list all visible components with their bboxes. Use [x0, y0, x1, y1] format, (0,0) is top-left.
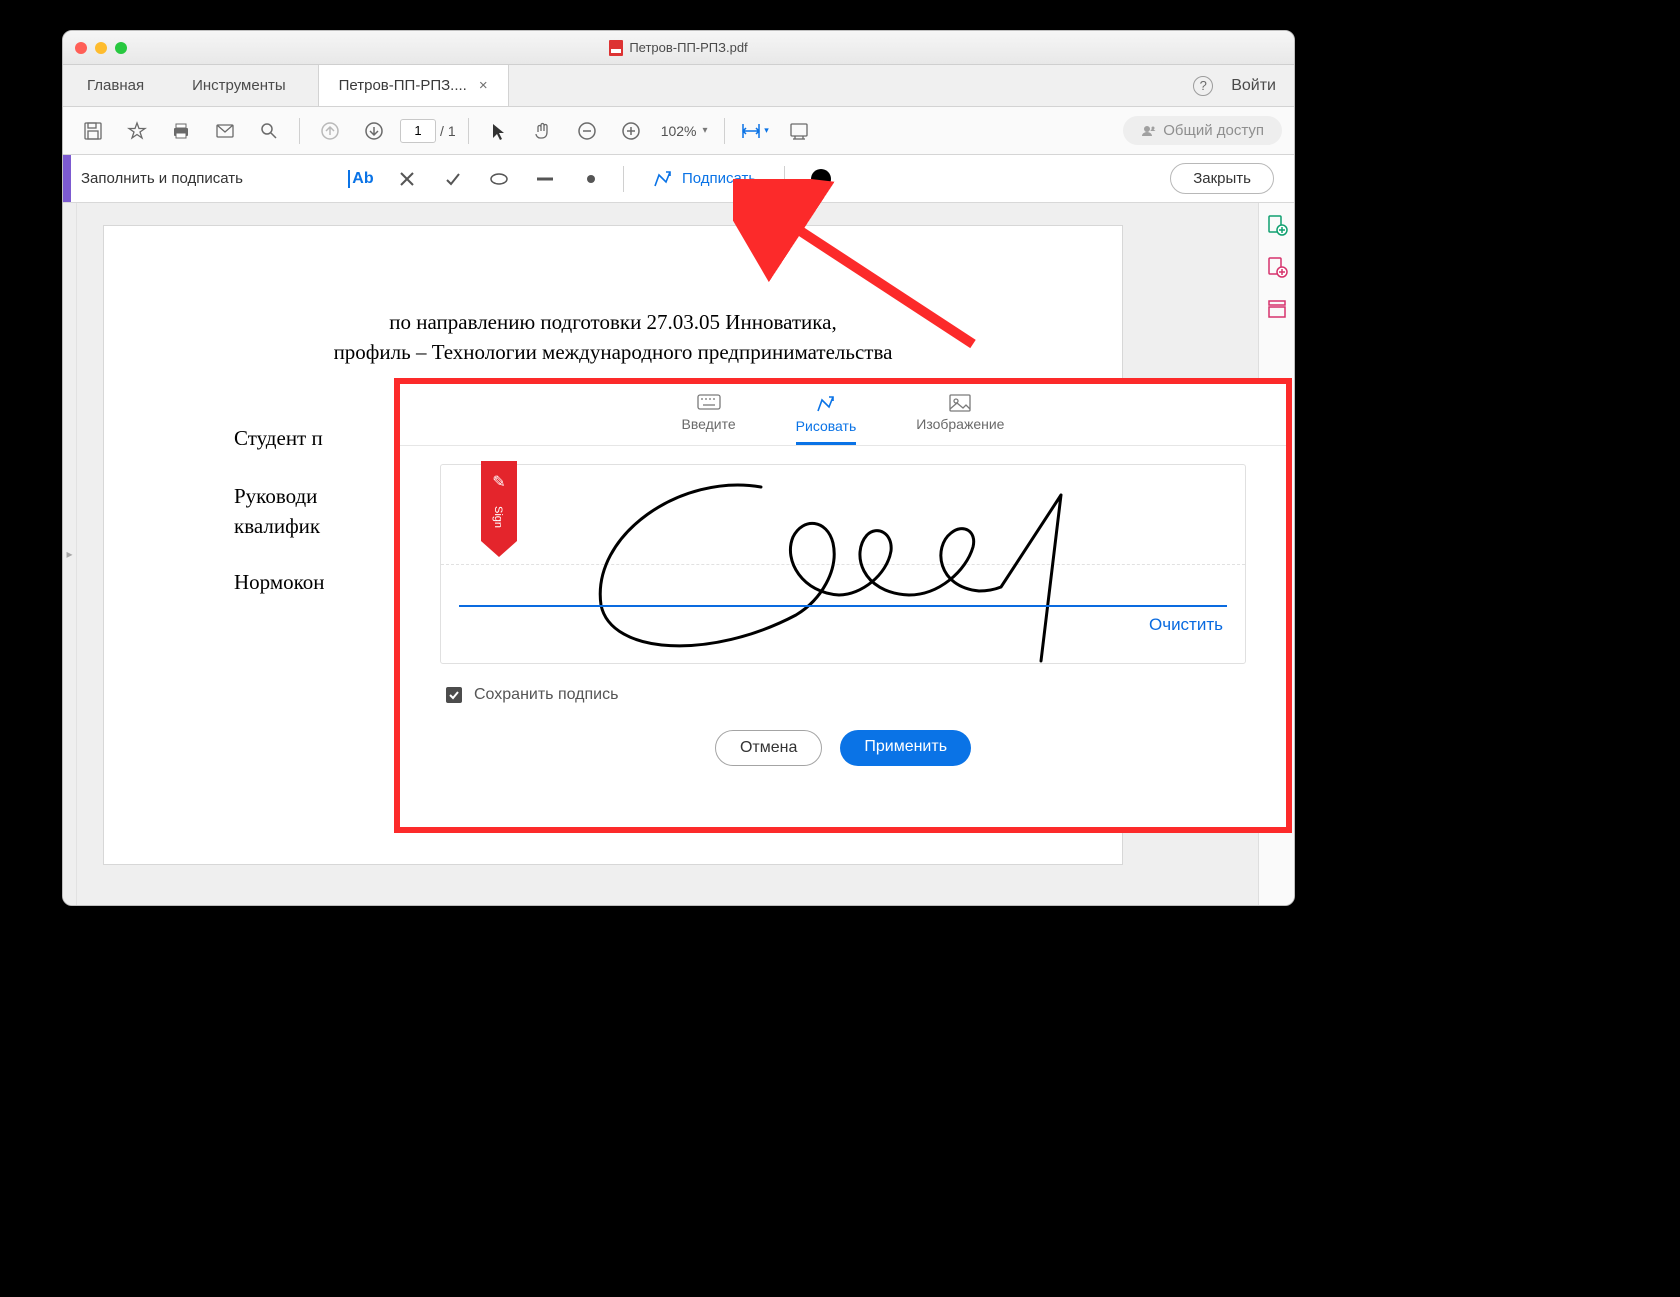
signature-scribble: [561, 475, 1121, 668]
nav-home[interactable]: Главная: [63, 65, 168, 106]
save-icon[interactable]: [75, 113, 111, 149]
read-mode-icon[interactable]: [781, 113, 817, 149]
dot-tool-icon[interactable]: [573, 161, 609, 197]
cross-tool-icon[interactable]: [389, 161, 425, 197]
doc-line: Студент п: [234, 426, 323, 451]
dialog-tab-type[interactable]: Введите: [682, 394, 736, 445]
fill-sign-title: Заполнить и подписать: [81, 170, 243, 187]
dialog-tabs: Введите Рисовать Изображение: [400, 384, 1286, 446]
print-icon[interactable]: [163, 113, 199, 149]
star-icon[interactable]: [119, 113, 155, 149]
sign-ribbon: ✎ Sign: [481, 461, 517, 564]
zoom-dropdown[interactable]: 102% ▾: [657, 123, 712, 139]
window-title: Петров-ПП-РПЗ.pdf: [63, 40, 1294, 56]
doc-line: Руководи: [234, 484, 317, 509]
pen-icon: [815, 394, 837, 414]
help-icon[interactable]: ?: [1193, 76, 1213, 96]
document-tab[interactable]: Петров-ПП-РПЗ.... ×: [318, 65, 509, 106]
text-tool-icon[interactable]: Ab: [343, 161, 379, 197]
page-up-icon[interactable]: [312, 113, 348, 149]
image-icon: [949, 394, 971, 412]
clear-signature-link[interactable]: Очистить: [1149, 615, 1223, 635]
main-toolbar: / 1 102% ▾ ▾: [63, 107, 1294, 155]
mail-icon[interactable]: [207, 113, 243, 149]
organize-icon[interactable]: [1265, 297, 1289, 321]
svg-text:✎: ✎: [492, 474, 505, 491]
cursor-icon[interactable]: [481, 113, 517, 149]
apply-button[interactable]: Применить: [840, 730, 971, 766]
signature-dialog: Введите Рисовать Изображение ✎ Sign: [394, 378, 1292, 833]
document-tab-label: Петров-ПП-РПЗ....: [339, 77, 467, 94]
login-button[interactable]: Войти: [1231, 77, 1276, 95]
color-picker-button[interactable]: [811, 169, 831, 189]
share-button[interactable]: Общий доступ: [1123, 116, 1282, 145]
sign-button[interactable]: Подписать: [638, 169, 770, 189]
doc-line: Нормокон: [234, 570, 325, 595]
signature-baseline: [459, 605, 1227, 607]
cancel-button[interactable]: Отмена: [715, 730, 822, 766]
check-tool-icon[interactable]: [435, 161, 471, 197]
page-down-icon[interactable]: [356, 113, 392, 149]
fill-sign-bar: Заполнить и подписать Ab: [63, 155, 1294, 203]
create-pdf-icon[interactable]: [1265, 255, 1289, 279]
svg-text:Sign: Sign: [492, 506, 504, 528]
doc-line: профиль – Технологии международного пред…: [104, 340, 1122, 365]
line-tool-icon[interactable]: [527, 161, 563, 197]
save-signature-checkbox[interactable]: [446, 687, 462, 703]
nav-tools[interactable]: Инструменты: [168, 65, 310, 106]
hand-icon[interactable]: [525, 113, 561, 149]
fit-width-icon[interactable]: ▾: [737, 113, 773, 149]
find-icon[interactable]: [251, 113, 287, 149]
tab-close-icon[interactable]: ×: [479, 77, 488, 94]
dialog-tab-image[interactable]: Изображение: [916, 394, 1004, 445]
oval-tool-icon[interactable]: [481, 161, 517, 197]
left-gutter: ▸: [63, 203, 77, 905]
zoom-out-icon[interactable]: [569, 113, 605, 149]
page-indicator: / 1: [400, 119, 456, 143]
zoom-in-icon[interactable]: [613, 113, 649, 149]
titlebar: Петров-ПП-РПЗ.pdf: [63, 31, 1294, 65]
save-signature-label: Сохранить подпись: [474, 686, 618, 704]
tool-indicator-strip: [63, 155, 71, 202]
export-pdf-icon[interactable]: [1265, 213, 1289, 237]
window-title-text: Петров-ПП-РПЗ.pdf: [629, 40, 747, 55]
page-current-input[interactable]: [400, 119, 436, 143]
page-total: 1: [448, 123, 456, 139]
close-tool-button[interactable]: Закрыть: [1170, 163, 1274, 194]
caret-down-icon: ▾: [764, 125, 769, 136]
caret-down-icon: ▾: [703, 125, 708, 136]
tab-bar: Главная Инструменты Петров-ПП-РПЗ.... × …: [63, 65, 1294, 107]
panel-expand-icon[interactable]: ▸: [66, 547, 72, 561]
dialog-tab-draw[interactable]: Рисовать: [796, 394, 857, 445]
keyboard-icon: [697, 394, 721, 412]
pdf-file-icon: [609, 40, 623, 56]
doc-line: по направлению подготовки 27.03.05 Иннов…: [104, 310, 1122, 335]
signature-draw-area[interactable]: ✎ Sign Очистить: [440, 464, 1246, 664]
doc-line: квалифик: [234, 514, 320, 539]
